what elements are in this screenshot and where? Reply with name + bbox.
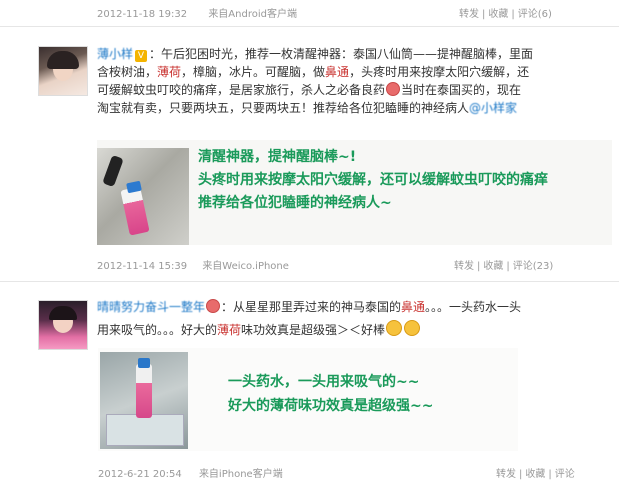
post1-text-segment: ，头疼时用来按摩太阳穴缓解，还 — [349, 65, 530, 79]
keyword-link[interactable]: 鼻通 — [401, 300, 425, 314]
comment-button[interactable]: 评论(23) — [513, 261, 554, 272]
action-separator: | — [482, 9, 486, 20]
post2-text-segment: 用来吸气的。。。好大的 — [97, 323, 218, 337]
action-separator: | — [511, 9, 515, 20]
post1-text-segment: 淘宝就有卖，只要两块五，只要两块五！推荐给各位犯瞌睡的神经病人 — [97, 101, 470, 115]
post0-actions: 转发 | 收藏 | 评论(6) — [459, 5, 552, 20]
keyword-link[interactable]: 薄荷 — [217, 323, 241, 337]
post2-meta: 2012-6-21 20:54 来自iPhone客户端 — [98, 465, 283, 480]
post1-text-line: ：午后犯困时光，推荐一枚清醒神器：泰国八仙筒——提神醒脑棒，里面 — [149, 47, 534, 61]
comment-button[interactable]: 评论(6) — [518, 9, 552, 20]
emoticon-icon — [386, 82, 401, 96]
post-divider — [0, 26, 619, 27]
post1-time[interactable]: 2012-11-14 15:39 — [97, 261, 187, 272]
action-separator: | — [519, 469, 523, 480]
post1-text-segment: 可缓解蚊虫叮咬的痛痒，是居家旅行，杀人之必备良药 — [97, 83, 386, 97]
post2-text-segment: 。。。一头药水一头 — [425, 300, 522, 314]
image-caption: 一头药水，一头用来吸气的~~ 好大的薄荷味功效真是超级强~~ — [228, 370, 433, 418]
image-caption-line: 一头药水，一头用来吸气的~~ — [228, 374, 420, 390]
post0-source[interactable]: 来自Android客户端 — [208, 9, 297, 20]
post1-text-segment: ，樟脑，冰片。可醒脑，做 — [181, 65, 326, 79]
post1-username[interactable]: 薄小样 — [97, 47, 133, 61]
comment-button[interactable]: 评论 — [555, 469, 575, 480]
avatar[interactable] — [38, 300, 88, 350]
post1-text-segment: 含桉树油， — [97, 65, 158, 79]
action-separator: | — [506, 261, 510, 272]
mention-link[interactable]: @小样家 — [469, 101, 517, 115]
post1-actions: 转发 | 收藏 | 评论(23) — [454, 257, 553, 272]
post2-actions: 转发 | 收藏 | 评论 — [496, 465, 575, 480]
verified-icon: V — [135, 50, 148, 62]
post2-text-segment: 味功效真是超级强＞＜好棒 — [241, 323, 386, 337]
image-caption-line: 好大的薄荷味功效真是超级强~~ — [228, 398, 434, 414]
post2-text-segment: ：从星星那里弄过来的神马泰国的 — [221, 300, 402, 314]
keyword-link[interactable]: 薄荷 — [157, 65, 181, 79]
favorite-button[interactable]: 收藏 — [525, 469, 545, 480]
post2-time[interactable]: 2012-6-21 20:54 — [98, 469, 182, 480]
post0-meta: 2012-11-18 19:32 来自Android客户端 — [97, 5, 297, 20]
repost-button[interactable]: 转发 — [459, 9, 479, 20]
image-caption: 清醒神器，提神醒脑棒~! 头疼时用来按摩太阳穴缓解，还可以缓解蚊虫叮咬的痛痒 推… — [198, 146, 548, 215]
grin-emoticon-icon — [404, 320, 421, 336]
repost-button[interactable]: 转发 — [454, 261, 474, 272]
action-separator: | — [548, 469, 552, 480]
post1-image[interactable]: 清醒神器，提神醒脑棒~! 头疼时用来按摩太阳穴缓解，还可以缓解蚊虫叮咬的痛痒 推… — [97, 140, 612, 245]
flower-icon — [206, 299, 221, 313]
post0-time[interactable]: 2012-11-18 19:32 — [97, 9, 187, 20]
repost-button[interactable]: 转发 — [496, 469, 516, 480]
post2-username[interactable]: 晴晴努力奋斗一整年 — [97, 300, 205, 314]
action-separator: | — [477, 261, 481, 272]
post2-image[interactable]: 一头药水，一头用来吸气的~~ 好大的薄荷味功效真是超级强~~ — [98, 348, 518, 451]
avatar[interactable] — [38, 46, 88, 96]
post2-text: 晴晴努力奋斗一整年 ：从星星那里弄过来的神马泰国的鼻通。。。一头药水一头 用来吸气… — [97, 298, 602, 339]
favorite-button[interactable]: 收藏 — [483, 261, 503, 272]
post-divider — [0, 281, 619, 282]
post1-text-segment: 当时在泰国买的，现在 — [401, 83, 522, 97]
image-caption-line: 推荐给各位犯瞌睡的神经病人~ — [198, 195, 392, 211]
grin-emoticon-icon — [386, 320, 403, 336]
post1-text: 薄小样 V ：午后犯困时光，推荐一枚清醒神器：泰国八仙筒——提神醒脑棒，里面 含桉树… — [97, 45, 602, 117]
post2-source[interactable]: 来自iPhone客户端 — [199, 469, 283, 480]
image-caption-line: 头疼时用来按摩太阳穴缓解，还可以缓解蚊虫叮咬的痛痒 — [198, 172, 548, 188]
favorite-button[interactable]: 收藏 — [488, 9, 508, 20]
post1-source[interactable]: 来自Weico.iPhone — [202, 261, 289, 272]
post1-meta: 2012-11-14 15:39 来自Weico.iPhone — [97, 257, 289, 272]
product-photo — [97, 148, 189, 245]
product-photo — [100, 352, 188, 449]
keyword-link[interactable]: 鼻通 — [325, 65, 349, 79]
image-caption-line: 清醒神器，提神醒脑棒~! — [198, 149, 357, 165]
